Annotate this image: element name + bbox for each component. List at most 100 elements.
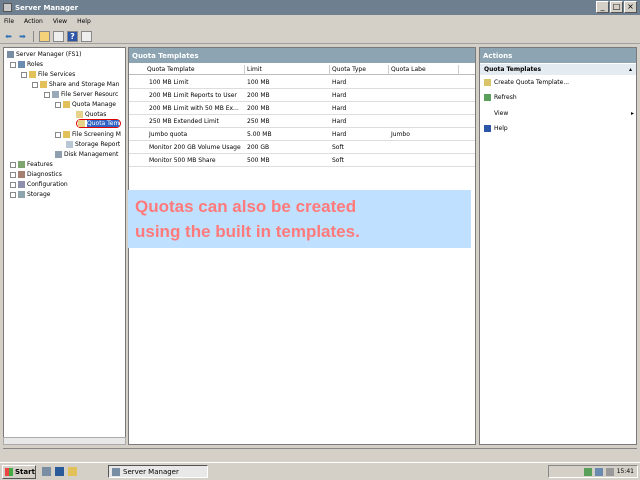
show-tree-icon[interactable] — [53, 31, 64, 42]
tree-node-fsrm[interactable]: File Server Resourc — [44, 90, 118, 99]
table-row[interactable]: 200 MB Limit Reports to User 200 MB Hard — [129, 89, 475, 102]
quick-launch-server-icon[interactable] — [42, 467, 51, 476]
expand-icon[interactable] — [10, 161, 16, 168]
expand-icon[interactable] — [10, 191, 16, 198]
cell-limit: 500 MB — [247, 157, 270, 164]
table-row[interactable]: Monitor 500 MB Share 500 MB Soft — [129, 154, 475, 167]
menu-action[interactable]: Action — [24, 18, 43, 25]
caption-line-2: using the built in templates. — [135, 222, 360, 241]
taskbar-item-label: Server Manager — [123, 467, 179, 476]
cell-limit: 5.00 MB — [247, 131, 272, 138]
tree-node-file-services[interactable]: File Services — [21, 70, 75, 79]
tree-node-storage-reports[interactable]: Storage Report — [66, 140, 120, 149]
cell-label — [389, 115, 391, 128]
actions-section-header[interactable]: Quota Templates ▴ — [480, 64, 636, 75]
properties-icon[interactable] — [81, 31, 92, 42]
column-quota-label[interactable]: Quota Labe — [389, 65, 459, 75]
create-template-icon — [484, 79, 491, 86]
collapse-icon[interactable] — [21, 71, 27, 78]
action-label: Help — [494, 125, 508, 132]
quotas-icon — [76, 111, 83, 118]
speaker-icon[interactable] — [605, 467, 614, 476]
table-row[interactable]: 200 MB Limit with 50 MB Ex... 200 MB Har… — [129, 102, 475, 115]
help-icon — [484, 125, 491, 132]
diagnostics-icon — [18, 171, 25, 178]
table-row[interactable]: Jumbo quota 5.00 MB Hard Jumbo — [129, 128, 475, 141]
cell-template: 250 MB Extended Limit — [149, 118, 219, 125]
menu-file[interactable]: File — [4, 18, 14, 25]
start-button[interactable]: Start — [2, 464, 36, 479]
expand-icon[interactable] — [10, 171, 16, 178]
tree-node-roles[interactable]: Roles — [10, 60, 43, 69]
close-button[interactable]: × — [624, 1, 637, 13]
cell-limit: 200 MB — [247, 105, 270, 112]
tree-node-label: Diagnostics — [27, 171, 62, 178]
window-title: Server Manager — [15, 3, 79, 12]
column-quota-template[interactable]: Quota Template — [129, 65, 245, 75]
expand-icon[interactable] — [10, 181, 16, 188]
forward-arrow-icon[interactable]: ➡ — [17, 31, 28, 42]
tree-node-diagnostics[interactable]: Diagnostics — [10, 170, 62, 179]
help-icon[interactable]: ? — [67, 31, 78, 42]
tree-node-disk-management[interactable]: Disk Management — [55, 150, 118, 159]
tree-node-label: File Screening M — [72, 131, 121, 138]
windows-logo-icon — [5, 467, 13, 476]
cell-limit: 200 GB — [247, 144, 270, 151]
quota-folder-icon — [63, 101, 70, 108]
quick-launch-explorer-icon[interactable] — [68, 467, 77, 476]
menu-view[interactable]: View — [53, 18, 67, 25]
action-create-quota-template[interactable]: Create Quota Template... — [484, 79, 569, 86]
quick-launch-powershell-icon[interactable] — [55, 467, 64, 476]
clock[interactable]: 15:41 — [617, 468, 634, 475]
menu-help[interactable]: Help — [77, 18, 91, 25]
table-row[interactable]: Monitor 200 GB Volume Usage 200 GB Soft — [129, 141, 475, 154]
action-refresh[interactable]: Refresh — [484, 94, 517, 101]
tree-node-label: Storage — [27, 191, 51, 198]
taskbar-item-server-manager[interactable]: Server Manager — [108, 465, 208, 478]
tree-node-features[interactable]: Features — [10, 160, 53, 169]
column-limit[interactable]: Limit — [245, 65, 330, 75]
cell-template: 200 MB Limit with 50 MB Ex... — [149, 105, 239, 112]
tree-node-share-storage[interactable]: Share and Storage Man — [32, 80, 119, 89]
tree-node-configuration[interactable]: Configuration — [10, 180, 68, 189]
storage-icon — [18, 191, 25, 198]
tree-node-label: Disk Management — [64, 151, 119, 158]
action-help[interactable]: Help — [484, 125, 508, 132]
maximize-button[interactable]: □ — [610, 1, 623, 13]
tree-node-label: Share and Storage Man — [49, 81, 120, 88]
action-label: Refresh — [494, 94, 517, 101]
tree-node-quotas[interactable]: Quotas — [76, 110, 106, 119]
back-arrow-icon[interactable]: ⬅ — [3, 31, 14, 42]
tree-node-file-screening[interactable]: File Screening M — [55, 130, 121, 139]
computer-icon[interactable] — [594, 467, 603, 476]
action-label: Create Quota Template... — [494, 79, 570, 86]
collapse-icon[interactable] — [44, 91, 50, 98]
collapse-icon[interactable] — [32, 81, 38, 88]
collapse-arrow-icon[interactable]: ▴ — [629, 64, 632, 75]
tree-node-label: Quota Tem — [87, 120, 120, 127]
action-view[interactable]: View ▸ — [484, 110, 634, 117]
tree-node-quota-templates[interactable]: Quota Tem — [76, 119, 122, 128]
tree-node-quota-management[interactable]: Quota Manage — [55, 100, 116, 109]
collapse-icon[interactable] — [55, 101, 61, 108]
expand-icon[interactable] — [55, 131, 61, 138]
tree-node-label: Features — [27, 161, 53, 168]
network-icon[interactable] — [583, 467, 592, 476]
table-row[interactable]: 250 MB Extended Limit 250 MB Hard — [129, 115, 475, 128]
features-icon — [18, 161, 25, 168]
tree-node-label: Roles — [27, 61, 44, 68]
console-tree: Server Manager (FS1) Roles File Services… — [3, 47, 126, 445]
collapse-icon[interactable] — [10, 61, 16, 68]
tree-node-server-manager[interactable]: Server Manager (FS1) — [7, 50, 81, 59]
tree-node-storage[interactable]: Storage — [10, 190, 50, 199]
tree-horizontal-scrollbar[interactable] — [3, 437, 126, 445]
up-folder-icon[interactable] — [39, 31, 50, 42]
resource-manager-icon — [52, 91, 59, 98]
actions-section-label: Quota Templates — [484, 66, 542, 73]
cell-label — [389, 102, 391, 115]
column-quota-type[interactable]: Quota Type — [330, 65, 389, 75]
cell-label — [389, 76, 391, 89]
table-row[interactable]: 100 MB Limit 100 MB Hard — [129, 76, 475, 89]
minimize-button[interactable]: _ — [596, 1, 609, 13]
share-icon — [40, 81, 47, 88]
